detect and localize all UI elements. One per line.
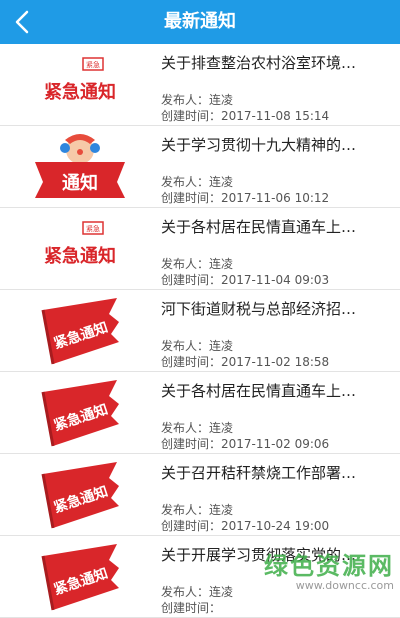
notice-list-item[interactable]: 紧急通知 关于开展学习贯彻落实党的… 发布人：连凌 创建时间：: [0, 536, 400, 618]
notice-thumbnail: 紧急紧急通知: [12, 50, 148, 120]
publisher-label: 发布人：: [161, 257, 210, 271]
notice-title: 关于召开秸秆禁烧工作部署…: [161, 464, 357, 482]
created-value: 2017-11-08 15:14: [221, 109, 330, 123]
publisher-label: 发布人：: [161, 503, 210, 517]
clown-notice-icon: 通知: [35, 134, 125, 198]
created-label: 创建时间：: [161, 191, 222, 205]
created-label: 创建时间：: [161, 601, 222, 615]
notice-thumbnail: 紧急通知: [12, 378, 148, 448]
chevron-left-icon: [15, 10, 29, 34]
created-label: 创建时间：: [161, 109, 222, 123]
notice-publisher: 发布人：连凌: [161, 91, 233, 108]
created-value: 2017-11-06 10:12: [221, 191, 330, 205]
notice-list-item[interactable]: 紧急 紧急通知 关于排查整治农村浴室环境… 发布人：连凌 创建时间：2017-11-08…: [0, 44, 400, 126]
small-urgent-label: 紧急: [86, 60, 100, 69]
urgent-stamp-text: 紧急通知: [44, 245, 116, 267]
publisher-label: 发布人：: [161, 421, 210, 435]
notice-publisher: 发布人：连凌: [161, 337, 233, 354]
created-value: 2017-11-02 09:06: [221, 437, 330, 451]
notice-list-item[interactable]: 紧急通知 关于各村居在民情直通车上… 发布人：连凌 创建时间：2017-11-02 0…: [0, 372, 400, 454]
notice-created-time: 创建时间：2017-11-02 09:06: [161, 435, 329, 452]
urgent-notice-stamp-icon: 紧急紧急通知: [44, 57, 116, 103]
back-button[interactable]: [0, 0, 44, 44]
small-urgent-label: 紧急: [86, 224, 100, 233]
publisher-name: 连凌: [209, 421, 234, 435]
urgent-notice-stamp-icon: 紧急紧急通知: [44, 221, 116, 267]
urgent-stamp-text: 紧急通知: [44, 81, 116, 103]
publisher-name: 连凌: [209, 585, 234, 599]
clown-banner-text: 通知: [62, 172, 98, 194]
notice-list-item[interactable]: 紧急 紧急通知 关于各村居在民情直通车上… 发布人：连凌 创建时间：2017-11-04…: [0, 208, 400, 290]
created-label: 创建时间：: [161, 273, 222, 287]
notice-title: 关于各村居在民情直通车上…: [161, 382, 357, 400]
notice-publisher: 发布人：连凌: [161, 419, 233, 436]
notice-title: 关于排查整治农村浴室环境…: [161, 54, 357, 72]
publisher-label: 发布人：: [161, 93, 210, 107]
notice-title: 关于学习贯彻十九大精神的…: [161, 136, 357, 154]
notice-thumbnail: 紧急通知: [12, 296, 148, 366]
created-value: 2017-11-04 09:03: [221, 273, 330, 287]
notice-publisher: 发布人：连凌: [161, 255, 233, 272]
notice-list-item[interactable]: 紧急通知 河下街道财税与总部经济招… 发布人：连凌 创建时间：2017-11-02 1…: [0, 290, 400, 372]
notice-thumbnail: 紧急紧急通知: [12, 214, 148, 284]
created-value: 2017-10-24 19:00: [221, 519, 330, 533]
app-header: 最新通知: [0, 0, 400, 44]
publisher-name: 连凌: [209, 257, 234, 271]
notice-thumbnail: 紧急通知: [12, 542, 148, 612]
publisher-name: 连凌: [209, 503, 234, 517]
publisher-name: 连凌: [209, 339, 234, 353]
notice-title: 关于开展学习贯彻落实党的…: [161, 546, 357, 564]
urgent-flag-icon: 紧急通知: [41, 544, 119, 611]
notice-title: 关于各村居在民情直通车上…: [161, 218, 357, 236]
publisher-name: 连凌: [209, 175, 234, 189]
publisher-label: 发布人：: [161, 585, 210, 599]
publisher-name: 连凌: [209, 93, 234, 107]
notice-publisher: 发布人：连凌: [161, 173, 233, 190]
created-label: 创建时间：: [161, 437, 222, 451]
notice-publisher: 发布人：连凌: [161, 583, 233, 600]
urgent-flag-icon: 紧急通知: [41, 380, 119, 447]
notice-created-time: 创建时间：2017-11-08 15:14: [161, 107, 329, 124]
created-value: 2017-11-02 18:58: [221, 355, 330, 369]
notice-created-time: 创建时间：2017-11-04 09:03: [161, 271, 329, 288]
created-label: 创建时间：: [161, 355, 222, 369]
notice-created-time: 创建时间：2017-11-06 10:12: [161, 189, 329, 206]
notice-thumbnail: 通知: [12, 132, 148, 202]
notice-created-time: 创建时间：2017-11-02 18:58: [161, 353, 329, 370]
publisher-label: 发布人：: [161, 339, 210, 353]
notice-list-item[interactable]: 紧急通知 关于召开秸秆禁烧工作部署… 发布人：连凌 创建时间：2017-10-24 1…: [0, 454, 400, 536]
publisher-label: 发布人：: [161, 175, 210, 189]
created-label: 创建时间：: [161, 519, 222, 533]
notice-publisher: 发布人：连凌: [161, 501, 233, 518]
page-title: 最新通知: [164, 11, 236, 32]
notice-list-item[interactable]: 通知 关于学习贯彻十九大精神的… 发布人：连凌 创建时间：2017-11-06 10:…: [0, 126, 400, 208]
notice-created-time: 创建时间：2017-10-24 19:00: [161, 517, 329, 534]
urgent-flag-icon: 紧急通知: [41, 298, 119, 365]
notice-thumbnail: 紧急通知: [12, 460, 148, 530]
urgent-flag-icon: 紧急通知: [41, 462, 119, 529]
notice-title: 河下街道财税与总部经济招…: [161, 300, 357, 318]
notice-created-time: 创建时间：: [161, 599, 221, 616]
notice-list: 紧急 紧急通知 关于排查整治农村浴室环境… 发布人：连凌 创建时间：2017-11-08…: [0, 44, 400, 618]
